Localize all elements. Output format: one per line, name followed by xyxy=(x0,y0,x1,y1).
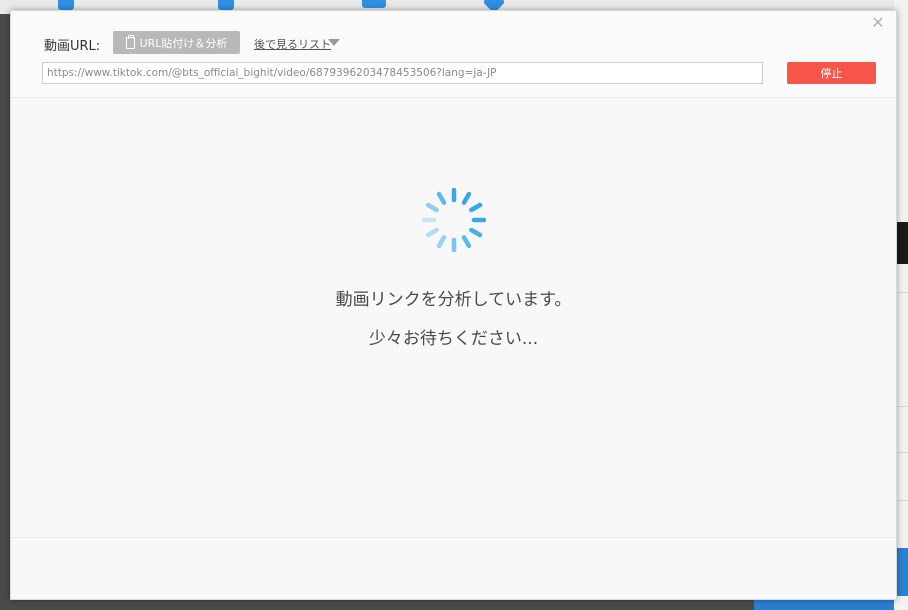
watch-later-link[interactable]: 後で見るリスト xyxy=(254,36,331,52)
toolbar-icon xyxy=(362,0,386,8)
spinner-tick xyxy=(425,202,439,213)
loading-message: 動画リンクを分析しています。 xyxy=(335,290,572,310)
toolbar-icon xyxy=(218,0,234,10)
url-label: 動画URL: xyxy=(44,39,101,54)
stop-button[interactable]: 停止 xyxy=(787,62,876,84)
spinner-tick xyxy=(436,191,447,205)
close-icon[interactable]: ✕ xyxy=(870,15,886,31)
spinner-tick xyxy=(469,202,483,213)
caret-down-icon[interactable] xyxy=(328,39,340,46)
url-input[interactable]: https://www.tiktok.com/@bts_official_big… xyxy=(42,62,763,84)
toolbar-icon xyxy=(58,0,74,10)
spinner-tick xyxy=(425,227,439,238)
spinner-tick xyxy=(436,235,447,249)
dialog-header: ✕ 動画URL: URL貼付け＆分析 後で見るリスト https://www.t… xyxy=(11,11,896,98)
spinner-tick xyxy=(461,191,472,205)
analyze-url-dialog: ✕ 動画URL: URL貼付け＆分析 後で見るリスト https://www.t… xyxy=(10,10,897,600)
loading-spinner-icon xyxy=(422,188,486,252)
spinner-tick xyxy=(469,227,483,238)
footer-divider xyxy=(11,537,896,538)
paste-and-analyze-button[interactable]: URL貼付け＆分析 xyxy=(113,31,240,54)
spinner-tick xyxy=(461,235,472,249)
stop-button-label: 停止 xyxy=(820,67,843,80)
clipboard-icon xyxy=(125,34,135,49)
paste-button-label: URL貼付け＆分析 xyxy=(139,36,228,50)
wait-message: 少々お待ちください... xyxy=(368,329,539,349)
